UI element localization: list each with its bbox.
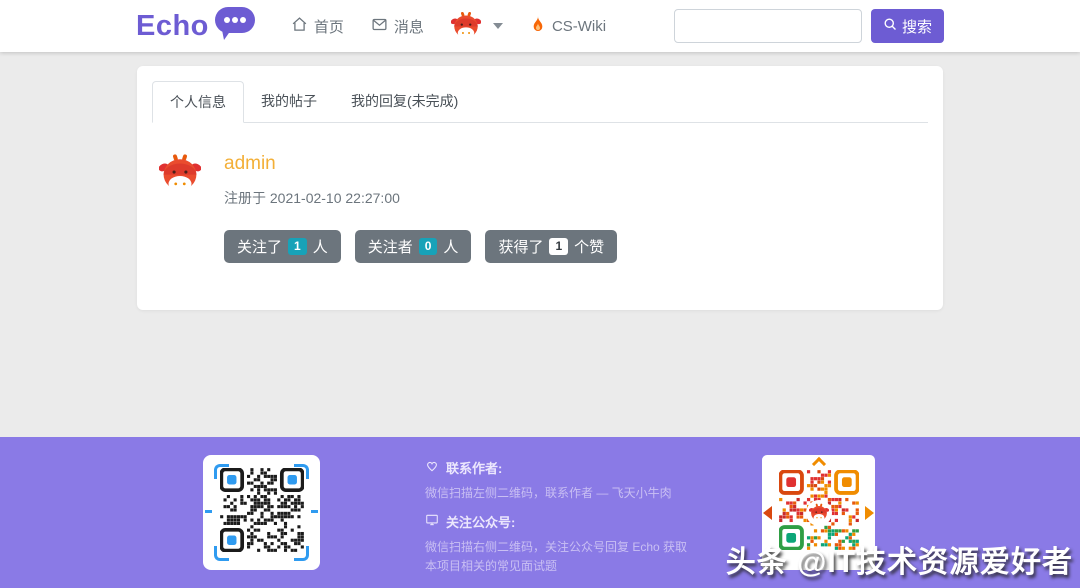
wechat-contact-qr-code: [203, 455, 320, 570]
contact-heading-label: 联系作者:: [446, 458, 502, 477]
nav-item-label: CS-Wiki: [552, 18, 606, 35]
stat-count-badge: 0: [419, 238, 438, 255]
heart-icon: [425, 459, 439, 476]
stat-prefix: 关注者: [368, 236, 413, 257]
arrow-right-icon: [865, 506, 874, 520]
nav-item-cs-wiki[interactable]: CS-Wiki: [530, 15, 606, 37]
chevron-down-icon: [493, 23, 503, 29]
search-input[interactable]: [674, 9, 862, 43]
tab-bar: 个人信息 我的帖子 我的回复(未完成): [152, 81, 928, 123]
followers-button[interactable]: 关注者 0 人: [355, 230, 472, 263]
contact-heading: 联系作者:: [425, 458, 697, 477]
registered-date: 注册于 2021-02-10 22:27:00: [224, 188, 617, 208]
flame-icon: [530, 15, 546, 37]
watermark-text: 头条 @IT技术资源爱好者: [726, 537, 1073, 581]
profile-section: admin 注册于 2021-02-10 22:27:00 关注了 1 人 关注…: [159, 153, 928, 263]
brand-logo[interactable]: Echo: [136, 7, 255, 46]
chevron-up-icon: [811, 457, 825, 471]
search-button[interactable]: 搜索: [871, 9, 944, 43]
follow-heading-label: 关注公众号:: [446, 512, 515, 531]
brand-text: Echo: [136, 10, 209, 43]
profile-avatar: [159, 153, 201, 195]
search-button-label: 搜索: [902, 16, 932, 37]
qr-bracket-icon: [294, 546, 309, 561]
profile-card: 个人信息 我的帖子 我的回复(未完成) admin 注册于 2021-02-10…: [137, 66, 943, 310]
search-icon: [883, 17, 898, 36]
tab-personal-info[interactable]: 个人信息: [152, 81, 244, 123]
user-avatar: [451, 11, 481, 41]
main-area: 个人信息 我的帖子 我的回复(未完成) admin 注册于 2021-02-10…: [0, 52, 1080, 437]
qr-bracket-icon: [294, 464, 309, 479]
stat-suffix: 人: [313, 236, 328, 257]
search-group: 搜索: [674, 9, 944, 43]
mail-icon: [371, 16, 388, 37]
tab-my-replies[interactable]: 我的回复(未完成): [334, 81, 475, 123]
nav-item-label: 消息: [394, 16, 424, 37]
stat-count-badge: 1: [288, 238, 307, 255]
stat-prefix: 关注了: [237, 236, 282, 257]
monitor-icon: [425, 513, 439, 530]
follow-heading: 关注公众号:: [425, 512, 697, 531]
tab-my-posts[interactable]: 我的帖子: [244, 81, 334, 123]
footer-info: 联系作者: 微信扫描左侧二维码，联系作者 — 飞天小牛肉 关注公众号: 微信扫描…: [425, 458, 697, 586]
username[interactable]: admin: [224, 153, 617, 175]
stat-suffix: 人: [443, 236, 458, 257]
stat-prefix: 获得了: [498, 236, 543, 257]
home-icon: [291, 16, 308, 37]
qr-bracket-icon: [214, 464, 229, 479]
footer: 联系作者: 微信扫描左侧二维码，联系作者 — 飞天小牛肉 关注公众号: 微信扫描…: [0, 437, 1080, 588]
qr-bracket-icon: [214, 546, 229, 561]
arrow-left-icon: [763, 506, 772, 520]
follow-text: 微信扫描右侧二维码，关注公众号回复 Echo 获取本项目相关的常见面试题: [425, 538, 697, 576]
nav-item-home[interactable]: 首页: [291, 16, 344, 37]
following-button[interactable]: 关注了 1 人: [224, 230, 341, 263]
stat-count-badge: 1: [549, 238, 568, 255]
cow-logo-icon: [809, 503, 829, 523]
user-menu[interactable]: [451, 11, 503, 41]
navbar: Echo 首页: [0, 0, 1080, 52]
speech-bubble-icon: [215, 7, 255, 46]
nav-item-label: 首页: [314, 16, 344, 37]
likes-button[interactable]: 获得了 1 个赞: [485, 230, 617, 263]
contact-text: 微信扫描左侧二维码，联系作者 — 飞天小牛肉: [425, 484, 697, 503]
nav-item-messages[interactable]: 消息: [371, 16, 424, 37]
stat-suffix: 个赞: [574, 236, 604, 257]
